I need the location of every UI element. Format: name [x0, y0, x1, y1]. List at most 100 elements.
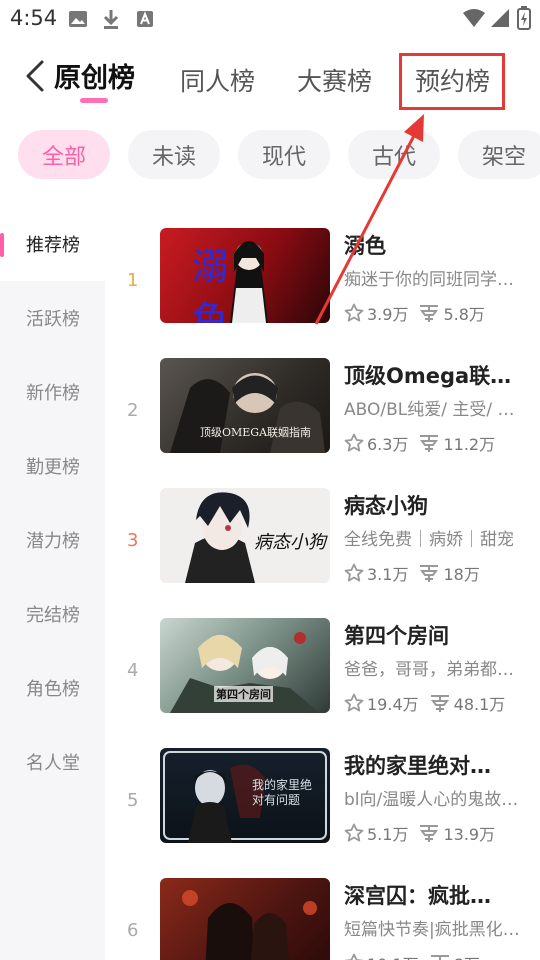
hearts-count: 48.1万: [453, 695, 506, 714]
chip-fantasy[interactable]: 架空: [458, 130, 540, 179]
hearts-count: 13.9万: [443, 825, 496, 844]
sidebar-item-potential[interactable]: 潜力榜: [0, 503, 105, 577]
sidebar-item-active[interactable]: 活跃榜: [0, 281, 105, 355]
hearts-count: 8万: [454, 951, 480, 960]
tab-original[interactable]: 原创榜: [54, 56, 135, 95]
list-item[interactable]: 1 溺 色 溺色 痴迷于你的同班同学o… 3.9万 5.8万: [105, 228, 540, 358]
stars-count: 5.1万: [367, 825, 409, 844]
cover-title-text: 第四个房间: [214, 686, 273, 702]
download-icon: [103, 10, 119, 29]
sidebar-item-label: 潜力榜: [26, 531, 80, 552]
vote-icon: [420, 305, 439, 322]
list-item[interactable]: 6 深宫囚：疯批… 短篇快节奏|疯批黑化|… 10.1万 8万: [105, 878, 540, 960]
stars-count: 3.1万: [367, 565, 409, 584]
cover-title-text: 溺 色: [192, 247, 269, 323]
vote-icon: [430, 695, 449, 712]
rank-number: 1: [127, 270, 139, 291]
chip-modern[interactable]: 现代: [238, 130, 330, 179]
sidebar-item-label: 角色榜: [26, 679, 80, 700]
sidebar-item-label: 活跃榜: [26, 309, 80, 330]
hearts-stat: 18万: [418, 561, 480, 585]
comic-title: 第四个房间: [344, 624, 449, 648]
comic-desc: 痴迷于你的同班同学o…: [344, 270, 524, 290]
comic-cover: [160, 878, 330, 960]
status-time: 4:54: [10, 6, 58, 30]
tab-contest[interactable]: 大赛榜: [297, 62, 372, 98]
sidebar-active-indicator: [0, 233, 4, 257]
sidebar-item-new[interactable]: 新作榜: [0, 355, 105, 429]
hearts-stat: 5.8万: [418, 301, 485, 325]
chip-ancient[interactable]: 古代: [348, 130, 440, 179]
sidebar-item-frequent-update[interactable]: 勤更榜: [0, 429, 105, 503]
comic-title: 病态小狗: [344, 494, 428, 518]
rank-number: 3: [127, 530, 139, 551]
star-icon: [344, 693, 364, 712]
comic-desc: 全线免费｜病娇｜甜宠: [344, 530, 514, 550]
rank-number: 2: [127, 400, 139, 421]
stars-stat: 19.4万: [344, 691, 419, 715]
sidebar-item-label: 勤更榜: [26, 457, 80, 478]
comic-title: 溺色: [344, 234, 386, 258]
vote-icon: [420, 435, 439, 452]
cover-title-text: 顶级OMEGA联姻指南: [200, 426, 312, 439]
tab-fan[interactable]: 同人榜: [180, 62, 255, 98]
list-item[interactable]: 3 病态小狗 病态小狗 全线免费｜病娇｜甜宠 3.1万 18万: [105, 488, 540, 618]
chevron-left-icon[interactable]: [22, 58, 50, 94]
stars-count: 3.9万: [367, 305, 409, 324]
comic-stats: 6.3万 11.2万: [344, 431, 505, 455]
comic-cover: 溺 色: [160, 228, 330, 323]
stars-stat: 3.1万: [344, 561, 408, 585]
image-icon: [69, 11, 87, 27]
star-icon: [344, 433, 364, 452]
hearts-count: 5.8万: [443, 305, 485, 324]
comic-title: 我的家里绝对…: [344, 754, 491, 778]
stars-count: 19.4万: [367, 695, 419, 714]
hearts-stat: 11.2万: [418, 431, 495, 455]
hearts-count: 11.2万: [443, 435, 496, 454]
star-icon: [344, 953, 364, 960]
comic-title: 顶级Omega联…: [344, 364, 512, 388]
comic-desc: 爸爸，哥哥，弟弟都…: [344, 660, 514, 680]
chip-unread[interactable]: 未读: [128, 130, 220, 179]
list-item[interactable]: 5 我的家里绝对有问题 我的家里绝对… bl向/温暖人心的鬼故… 5.1万 13…: [105, 748, 540, 878]
comic-stats: 5.1万 13.9万: [344, 821, 505, 845]
rank-number: 6: [127, 920, 139, 941]
app-a-icon: [137, 11, 153, 27]
list-item[interactable]: 2 顶级OMEGA联姻指南 顶级Omega联… ABO/BL纯爱/ 主受/ … …: [105, 358, 540, 488]
comic-title: 深宫囚：疯批…: [344, 884, 491, 908]
comic-stats: 3.1万 18万: [344, 561, 490, 585]
sidebar-item-character[interactable]: 角色榜: [0, 651, 105, 725]
sidebar-item-recommended[interactable]: 推荐榜: [0, 207, 105, 281]
rank-number: 4: [127, 660, 139, 681]
sidebar-item-hall-of-fame[interactable]: 名人堂: [0, 725, 105, 799]
cover-title-text: 我的家里绝对有问题: [252, 778, 313, 807]
chip-all[interactable]: 全部: [18, 130, 110, 179]
sidebar-item-label: 完结榜: [26, 605, 80, 626]
battery-charging-icon: [517, 6, 531, 30]
comic-cover: 顶级OMEGA联姻指南: [160, 358, 330, 453]
star-icon: [344, 823, 364, 842]
comic-stats: 10.1万 8万: [344, 951, 490, 960]
stars-count: 6.3万: [367, 435, 409, 454]
vote-icon: [430, 955, 449, 960]
comic-cover: 我的家里绝对有问题: [160, 748, 330, 843]
tab-active-indicator: [80, 98, 108, 103]
list-item[interactable]: 4 第四个房间 第四个房间 爸爸，哥哥，弟弟都… 19.4万 48.1万: [105, 618, 540, 748]
comic-desc: 短篇快节奏|疯批黑化|…: [344, 920, 524, 940]
comic-cover: 病态小狗: [160, 488, 330, 583]
stars-count: 10.1万: [367, 951, 419, 960]
comic-stats: 19.4万 48.1万: [344, 691, 515, 715]
comic-desc: ABO/BL纯爱/ 主受/ …: [344, 400, 515, 420]
hearts-stat: 13.9万: [418, 821, 495, 845]
sidebar-item-label: 新作榜: [26, 383, 80, 404]
star-icon: [344, 563, 364, 582]
sidebar-item-label: 名人堂: [26, 753, 80, 774]
sidebar-item-completed[interactable]: 完结榜: [0, 577, 105, 651]
sidebar-item-label: 推荐榜: [26, 235, 80, 256]
sidebar: 推荐榜 活跃榜 新作榜 勤更榜 潜力榜 完结榜 角色榜 名人堂: [0, 207, 105, 960]
cover-title-text: 病态小狗: [254, 532, 326, 553]
vote-icon: [420, 825, 439, 842]
hearts-stat: 8万: [429, 951, 480, 960]
stars-stat: 6.3万: [344, 431, 408, 455]
comic-desc: bl向/温暖人心的鬼故…: [344, 790, 519, 810]
